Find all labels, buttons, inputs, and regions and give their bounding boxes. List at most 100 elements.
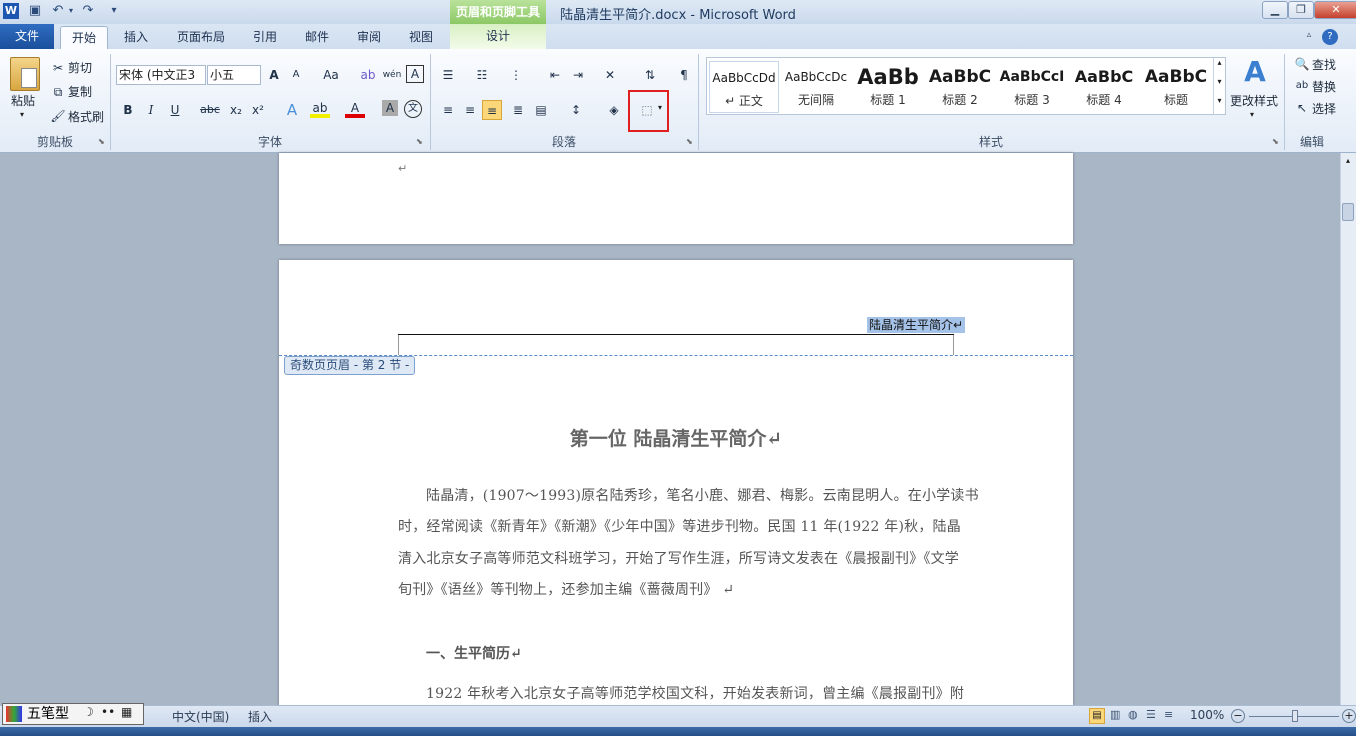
underline-icon[interactable]: U: [165, 100, 185, 120]
font-color-icon[interactable]: A: [345, 98, 365, 118]
paste-dropdown-icon[interactable]: ▾: [20, 110, 24, 119]
ime-punctuation-icon[interactable]: ••: [101, 705, 115, 719]
tab-home[interactable]: 开始: [60, 26, 108, 49]
format-painter-icon[interactable]: 🖌: [48, 106, 68, 126]
zoom-level[interactable]: 100%: [1190, 708, 1224, 722]
replace-button[interactable]: 替换: [1312, 76, 1336, 98]
language-status[interactable]: 中文(中国): [172, 708, 229, 725]
find-icon[interactable]: 🔍: [1292, 54, 1312, 74]
insert-mode-status[interactable]: 插入: [248, 708, 272, 725]
select-icon[interactable]: ↖: [1292, 98, 1312, 118]
chinese-layout-icon[interactable]: ✕: [600, 65, 620, 85]
change-styles-dropdown-icon[interactable]: ▾: [1250, 110, 1254, 119]
style-heading-1[interactable]: AaBb 标题 1: [853, 61, 923, 113]
body-paragraph-line[interactable]: 清入北京女子高等师范文科班学习，开始了写作生涯，所写诗文发表在《晨报副刊》《文学: [398, 544, 959, 576]
header-text[interactable]: 陆晶清生平简介↵: [867, 317, 966, 333]
paragraph-dialog-launcher-icon[interactable]: ⬊: [686, 137, 693, 146]
body-paragraph-line[interactable]: 时，经常阅读《新青年》《新潮》《少年中国》等进步刊物。民国 11 年(1922 …: [398, 512, 961, 544]
tab-design[interactable]: 设计: [450, 24, 546, 49]
zoom-in-icon[interactable]: +: [1342, 709, 1356, 723]
change-styles-icon[interactable]: A: [1240, 56, 1270, 88]
outline-view-icon[interactable]: ☰: [1146, 708, 1156, 721]
styles-scroll-up-icon[interactable]: ▴: [1213, 58, 1225, 77]
paste-icon[interactable]: [10, 57, 40, 91]
copy-button[interactable]: 复制: [68, 81, 92, 103]
tab-page-layout[interactable]: 页面布局: [168, 26, 234, 49]
bullets-icon[interactable]: ☰: [438, 65, 458, 85]
character-border-icon[interactable]: A: [406, 65, 424, 83]
highlight-icon[interactable]: ab: [310, 98, 330, 118]
tab-review[interactable]: 审阅: [346, 26, 392, 49]
styles-more-icon[interactable]: ▾: [1213, 96, 1225, 114]
tab-view[interactable]: 视图: [398, 26, 444, 49]
cut-icon[interactable]: ✂: [48, 58, 68, 78]
help-icon[interactable]: ?: [1322, 29, 1338, 45]
numbering-icon[interactable]: ☷: [472, 65, 492, 85]
tab-file[interactable]: 文件: [0, 24, 54, 49]
full-screen-reading-icon[interactable]: ▥: [1110, 708, 1120, 721]
ime-toolbar[interactable]: 五笔型 ☽ •• ▦: [2, 703, 144, 725]
minimize-ribbon-icon[interactable]: ▵: [1302, 30, 1316, 44]
body-paragraph-line[interactable]: 旬刊》《语丝》等刊物上，还参加主编《蔷薇周刊》 ↵: [398, 575, 954, 607]
text-effects-icon[interactable]: A: [282, 100, 302, 120]
style-normal[interactable]: AaBbCcDd ↵ 正文: [709, 61, 779, 113]
change-case-icon[interactable]: Aa: [318, 65, 344, 85]
ime-logo-icon[interactable]: [6, 706, 22, 722]
italic-icon[interactable]: I: [141, 100, 161, 120]
character-shading-icon[interactable]: A: [382, 100, 398, 116]
align-center-icon[interactable]: ≡: [460, 100, 480, 120]
change-styles-button[interactable]: 更改样式: [1230, 90, 1278, 112]
justify-icon[interactable]: ≣: [508, 100, 528, 120]
styles-gallery[interactable]: AaBbCcDd ↵ 正文 AaBbCcDc 无间隔 AaBb 标题 1 AaBbC 标…: [706, 57, 1226, 115]
clear-formatting-icon[interactable]: ab: [358, 65, 378, 85]
paste-button[interactable]: 粘贴: [11, 90, 35, 112]
minimize-button[interactable]: ▁: [1262, 1, 1288, 19]
show-marks-icon[interactable]: ¶: [674, 65, 694, 85]
body-paragraph-line[interactable]: 陆晶清，(1907～1993)原名陆秀珍，笔名小鹿、娜君、梅影。云南昆明人。在小…: [426, 481, 979, 513]
shrink-font-icon[interactable]: A: [286, 65, 306, 85]
sort-icon[interactable]: ⇅: [640, 65, 660, 85]
paragraph-shading-icon[interactable]: ◈: [604, 100, 624, 120]
close-button[interactable]: ✕: [1314, 1, 1356, 19]
borders-icon[interactable]: ⬚: [637, 100, 657, 120]
bold-icon[interactable]: B: [118, 100, 138, 120]
styles-scroll-down-icon[interactable]: ▾: [1213, 77, 1225, 96]
ime-mode[interactable]: 五笔型: [27, 705, 69, 723]
draft-view-icon[interactable]: ≡: [1164, 708, 1173, 721]
distributed-icon[interactable]: ▤: [531, 100, 551, 120]
style-heading-3[interactable]: AaBbCcI 标题 3: [997, 61, 1067, 113]
maximize-button[interactable]: ❐: [1288, 1, 1314, 19]
tab-mailings[interactable]: 邮件: [294, 26, 340, 49]
style-heading-2[interactable]: AaBbC 标题 2: [925, 61, 995, 113]
tab-references[interactable]: 引用: [242, 26, 288, 49]
superscript-icon[interactable]: x²: [248, 100, 268, 120]
section-heading[interactable]: 一、生平简历↵: [426, 643, 522, 663]
line-spacing-icon[interactable]: ↕: [566, 100, 586, 120]
align-right-icon[interactable]: ≡: [482, 100, 502, 120]
replace-icon[interactable]: ab: [1292, 76, 1312, 96]
print-layout-view-icon[interactable]: ▤: [1089, 708, 1105, 724]
format-painter-button[interactable]: 格式刷: [68, 106, 104, 128]
enclose-characters-icon[interactable]: 文: [404, 100, 422, 118]
styles-dialog-launcher-icon[interactable]: ⬊: [1272, 137, 1279, 146]
multilevel-list-icon[interactable]: ⋮: [506, 65, 526, 85]
zoom-slider-thumb[interactable]: [1292, 710, 1298, 722]
borders-dropdown-icon[interactable]: ▾: [658, 103, 662, 112]
find-button[interactable]: 查找: [1312, 54, 1336, 76]
clipboard-dialog-launcher-icon[interactable]: ⬊: [98, 137, 105, 146]
phonetic-guide-icon[interactable]: wén: [382, 65, 402, 85]
grow-font-icon[interactable]: A: [264, 65, 284, 85]
style-title[interactable]: AaBbC 标题: [1141, 61, 1211, 113]
document-title[interactable]: 第一位 陆晶清生平简介↵: [398, 424, 954, 451]
align-left-icon[interactable]: ≡: [438, 100, 458, 120]
font-name-combo[interactable]: 宋体 (中文正3: [116, 65, 206, 85]
font-size-combo[interactable]: 小五: [207, 65, 261, 85]
select-button[interactable]: 选择: [1312, 98, 1336, 120]
tab-insert[interactable]: 插入: [113, 26, 159, 49]
web-layout-icon[interactable]: ◍: [1128, 708, 1138, 721]
scroll-up-icon[interactable]: ▴: [1342, 156, 1354, 170]
scroll-thumb[interactable]: [1342, 203, 1354, 221]
font-dialog-launcher-icon[interactable]: ⬊: [416, 137, 423, 146]
subscript-icon[interactable]: x₂: [226, 100, 246, 120]
increase-indent-icon[interactable]: ⇥: [568, 65, 588, 85]
